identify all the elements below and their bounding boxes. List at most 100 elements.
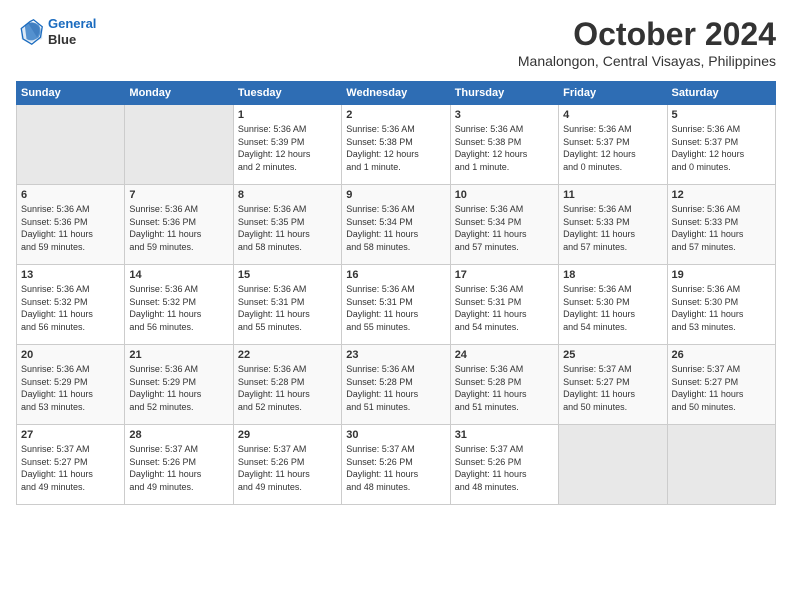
day-info: Sunrise: 5:37 AM Sunset: 5:26 PM Dayligh… bbox=[129, 443, 228, 493]
day-header-monday: Monday bbox=[125, 82, 233, 105]
day-info: Sunrise: 5:36 AM Sunset: 5:30 PM Dayligh… bbox=[672, 283, 771, 333]
calendar-cell: 6Sunrise: 5:36 AM Sunset: 5:36 PM Daylig… bbox=[17, 185, 125, 265]
day-number: 20 bbox=[21, 349, 120, 361]
day-number: 18 bbox=[563, 269, 662, 281]
day-number: 11 bbox=[563, 189, 662, 201]
calendar-cell: 5Sunrise: 5:36 AM Sunset: 5:37 PM Daylig… bbox=[667, 105, 775, 185]
calendar-cell: 15Sunrise: 5:36 AM Sunset: 5:31 PM Dayli… bbox=[233, 265, 341, 345]
day-info: Sunrise: 5:36 AM Sunset: 5:29 PM Dayligh… bbox=[129, 363, 228, 413]
day-number: 3 bbox=[455, 109, 554, 121]
title-area: October 2024 Manalongon, Central Visayas… bbox=[518, 16, 776, 69]
calendar-cell: 26 Sunrise: 5:37 AM Sunset: 5:27 PM Dayli… bbox=[667, 345, 775, 425]
day-header-thursday: Thursday bbox=[450, 82, 558, 105]
day-header-saturday: Saturday bbox=[667, 82, 775, 105]
day-number: 10 bbox=[455, 189, 554, 201]
calendar-cell: 18 Sunrise: 5:36 AM Sunset: 5:30 PM Dayli… bbox=[559, 265, 667, 345]
day-info: Sunrise: 5:36 AM Sunset: 5:34 PM Dayligh… bbox=[346, 203, 445, 253]
day-info: Sunrise: 5:36 AM Sunset: 5:31 PM Dayligh… bbox=[455, 283, 554, 333]
day-number: 25 bbox=[563, 349, 662, 361]
calendar-cell bbox=[667, 425, 775, 505]
day-info: Sunrise: 5:37 AM Sunset: 5:26 PM Dayligh… bbox=[346, 443, 445, 493]
calendar-cell: 12 Sunrise: 5:36 AM Sunset: 5:33 PM Dayli… bbox=[667, 185, 775, 265]
day-header-sunday: Sunday bbox=[17, 82, 125, 105]
day-number: 12 bbox=[672, 189, 771, 201]
day-number: 5 bbox=[672, 109, 771, 121]
day-number: 27 bbox=[21, 429, 120, 441]
calendar-table: SundayMondayTuesdayWednesdayThursdayFrid… bbox=[16, 81, 776, 505]
calendar-cell: 7Sunrise: 5:36 AM Sunset: 5:36 PM Daylig… bbox=[125, 185, 233, 265]
week-row-4: 20 Sunrise: 5:36 AM Sunset: 5:29 PM Dayli… bbox=[17, 345, 776, 425]
calendar-body: 1 Sunrise: 5:36 AM Sunset: 5:39 PM Daylig… bbox=[17, 105, 776, 505]
location-title: Manalongon, Central Visayas, Philippines bbox=[518, 53, 776, 69]
week-row-2: 6Sunrise: 5:36 AM Sunset: 5:36 PM Daylig… bbox=[17, 185, 776, 265]
day-number: 8 bbox=[238, 189, 337, 201]
day-header-wednesday: Wednesday bbox=[342, 82, 450, 105]
day-info: Sunrise: 5:36 AM Sunset: 5:28 PM Dayligh… bbox=[238, 363, 337, 413]
calendar-cell: 10 Sunrise: 5:36 AM Sunset: 5:34 PM Dayli… bbox=[450, 185, 558, 265]
day-number: 4 bbox=[563, 109, 662, 121]
day-number: 16 bbox=[346, 269, 445, 281]
week-row-1: 1 Sunrise: 5:36 AM Sunset: 5:39 PM Daylig… bbox=[17, 105, 776, 185]
month-title: October 2024 bbox=[518, 16, 776, 53]
calendar-cell: 2Sunrise: 5:36 AM Sunset: 5:38 PM Daylig… bbox=[342, 105, 450, 185]
calendar-cell: 8 Sunrise: 5:36 AM Sunset: 5:35 PM Daylig… bbox=[233, 185, 341, 265]
day-number: 21 bbox=[129, 349, 228, 361]
calendar-cell: 28 Sunrise: 5:37 AM Sunset: 5:26 PM Dayli… bbox=[125, 425, 233, 505]
day-number: 17 bbox=[455, 269, 554, 281]
day-number: 26 bbox=[672, 349, 771, 361]
calendar-cell: 29 Sunrise: 5:37 AM Sunset: 5:26 PM Dayli… bbox=[233, 425, 341, 505]
day-info: Sunrise: 5:36 AM Sunset: 5:32 PM Dayligh… bbox=[129, 283, 228, 333]
calendar-cell: 20 Sunrise: 5:36 AM Sunset: 5:29 PM Dayli… bbox=[17, 345, 125, 425]
calendar-cell: 9Sunrise: 5:36 AM Sunset: 5:34 PM Daylig… bbox=[342, 185, 450, 265]
calendar-cell: 3 Sunrise: 5:36 AM Sunset: 5:38 PM Daylig… bbox=[450, 105, 558, 185]
day-number: 31 bbox=[455, 429, 554, 441]
calendar-cell: 30Sunrise: 5:37 AM Sunset: 5:26 PM Dayli… bbox=[342, 425, 450, 505]
day-info: Sunrise: 5:36 AM Sunset: 5:38 PM Dayligh… bbox=[455, 123, 554, 173]
day-info: Sunrise: 5:36 AM Sunset: 5:36 PM Dayligh… bbox=[21, 203, 120, 253]
week-row-3: 13 Sunrise: 5:36 AM Sunset: 5:32 PM Dayli… bbox=[17, 265, 776, 345]
calendar-cell: 23Sunrise: 5:36 AM Sunset: 5:28 PM Dayli… bbox=[342, 345, 450, 425]
week-row-5: 27 Sunrise: 5:37 AM Sunset: 5:27 PM Dayli… bbox=[17, 425, 776, 505]
calendar-cell: 25 Sunrise: 5:37 AM Sunset: 5:27 PM Dayli… bbox=[559, 345, 667, 425]
day-info: Sunrise: 5:36 AM Sunset: 5:33 PM Dayligh… bbox=[672, 203, 771, 253]
calendar-cell: 16Sunrise: 5:36 AM Sunset: 5:31 PM Dayli… bbox=[342, 265, 450, 345]
day-number: 22 bbox=[238, 349, 337, 361]
header: General Blue October 2024 Manalongon, Ce… bbox=[16, 16, 776, 69]
day-info: Sunrise: 5:37 AM Sunset: 5:26 PM Dayligh… bbox=[455, 443, 554, 493]
day-info: Sunrise: 5:36 AM Sunset: 5:36 PM Dayligh… bbox=[129, 203, 228, 253]
day-info: Sunrise: 5:36 AM Sunset: 5:37 PM Dayligh… bbox=[563, 123, 662, 173]
day-info: Sunrise: 5:37 AM Sunset: 5:27 PM Dayligh… bbox=[672, 363, 771, 413]
day-info: Sunrise: 5:36 AM Sunset: 5:39 PM Dayligh… bbox=[238, 123, 337, 173]
calendar-cell: 31 Sunrise: 5:37 AM Sunset: 5:26 PM Dayli… bbox=[450, 425, 558, 505]
day-number: 13 bbox=[21, 269, 120, 281]
day-info: Sunrise: 5:36 AM Sunset: 5:30 PM Dayligh… bbox=[563, 283, 662, 333]
day-number: 15 bbox=[238, 269, 337, 281]
day-number: 29 bbox=[238, 429, 337, 441]
day-info: Sunrise: 5:36 AM Sunset: 5:28 PM Dayligh… bbox=[455, 363, 554, 413]
calendar-cell: 22 Sunrise: 5:36 AM Sunset: 5:28 PM Dayli… bbox=[233, 345, 341, 425]
day-info: Sunrise: 5:36 AM Sunset: 5:34 PM Dayligh… bbox=[455, 203, 554, 253]
logo-icon bbox=[16, 18, 44, 46]
day-number: 28 bbox=[129, 429, 228, 441]
calendar-cell: 1 Sunrise: 5:36 AM Sunset: 5:39 PM Daylig… bbox=[233, 105, 341, 185]
calendar-cell bbox=[559, 425, 667, 505]
calendar-cell: 11Sunrise: 5:36 AM Sunset: 5:33 PM Dayli… bbox=[559, 185, 667, 265]
day-info: Sunrise: 5:36 AM Sunset: 5:29 PM Dayligh… bbox=[21, 363, 120, 413]
day-info: Sunrise: 5:37 AM Sunset: 5:26 PM Dayligh… bbox=[238, 443, 337, 493]
calendar-cell: 19 Sunrise: 5:36 AM Sunset: 5:30 PM Dayli… bbox=[667, 265, 775, 345]
calendar-cell: 24Sunrise: 5:36 AM Sunset: 5:28 PM Dayli… bbox=[450, 345, 558, 425]
day-info: Sunrise: 5:37 AM Sunset: 5:27 PM Dayligh… bbox=[21, 443, 120, 493]
day-number: 19 bbox=[672, 269, 771, 281]
day-info: Sunrise: 5:37 AM Sunset: 5:27 PM Dayligh… bbox=[563, 363, 662, 413]
day-header-tuesday: Tuesday bbox=[233, 82, 341, 105]
calendar-cell bbox=[125, 105, 233, 185]
logo: General Blue bbox=[16, 16, 96, 47]
day-number: 14 bbox=[129, 269, 228, 281]
day-info: Sunrise: 5:36 AM Sunset: 5:35 PM Dayligh… bbox=[238, 203, 337, 253]
day-header-friday: Friday bbox=[559, 82, 667, 105]
day-number: 1 bbox=[238, 109, 337, 121]
calendar-cell bbox=[17, 105, 125, 185]
calendar-cell: 4 Sunrise: 5:36 AM Sunset: 5:37 PM Daylig… bbox=[559, 105, 667, 185]
day-number: 23 bbox=[346, 349, 445, 361]
calendar-cell: 14 Sunrise: 5:36 AM Sunset: 5:32 PM Dayli… bbox=[125, 265, 233, 345]
